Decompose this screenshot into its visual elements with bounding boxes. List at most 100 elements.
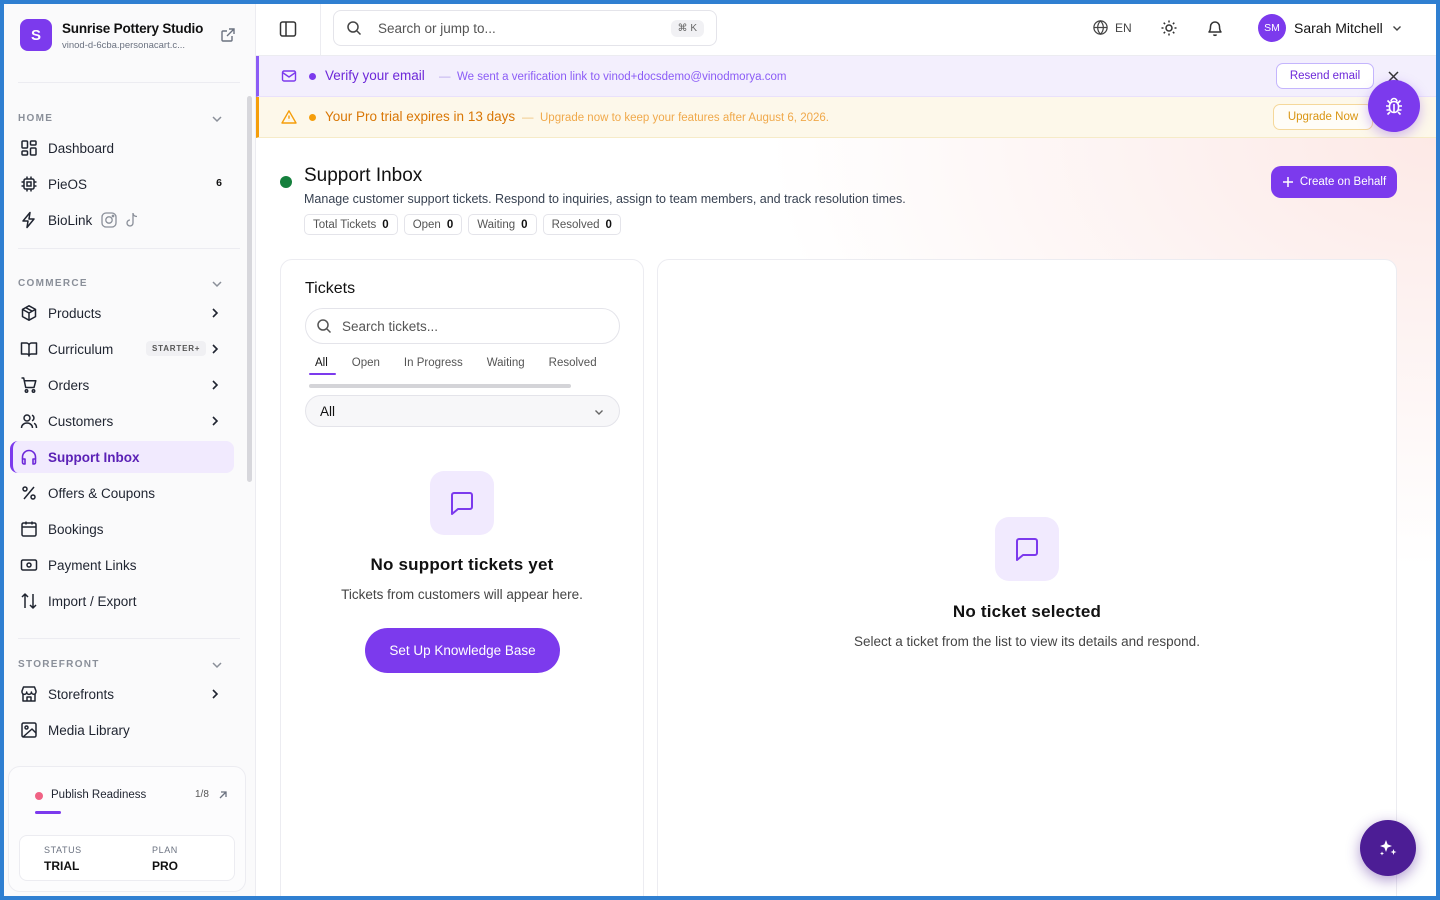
global-search-input[interactable] [378,20,658,36]
arrows-up-down-icon [21,593,37,609]
external-link-icon[interactable] [220,27,236,43]
status-label: STATUS [44,845,82,855]
banner-separator: — [522,112,534,124]
sun-icon[interactable] [1160,19,1178,37]
plan-value: PRO [152,859,179,873]
setup-knowledge-base-button[interactable]: Set Up Knowledge Base [365,628,560,673]
ticket-filter-select[interactable]: All [305,395,620,427]
headphones-icon [21,449,37,465]
sidebar-item-support-inbox[interactable]: Support Inbox [10,441,234,473]
percent-icon [22,486,36,500]
plan-status-box: STATUS TRIAL PLAN PRO [19,835,235,881]
message-square-icon [1016,538,1038,561]
sidebar-item-dashboard[interactable]: Dashboard [10,132,234,164]
publish-readiness-card[interactable]: Publish Readiness 1/8 STATUS TRIAL PLAN … [8,766,246,892]
stat-value: 0 [605,218,612,231]
chevron-right-icon [212,380,219,390]
empty-state-icon [995,517,1059,581]
resend-email-button[interactable]: Resend email [1276,63,1374,89]
chevron-down-icon[interactable] [210,277,224,291]
brand[interactable]: S Sunrise Pottery Studio vinod-d-6cba.pe… [20,19,240,53]
sidebar-item-media-library[interactable]: Media Library [10,714,234,746]
tabs-scrollbar[interactable] [309,384,571,388]
sidebar-item-label: Customers [48,413,114,429]
chevron-down-icon[interactable] [210,112,224,126]
chevron-right-icon [212,689,219,699]
mail-icon [281,70,297,82]
global-search[interactable]: ⌘ K [333,10,717,46]
users-icon [20,414,38,429]
divider [320,4,321,56]
tab-resolved[interactable]: Resolved [537,357,609,375]
globe-icon [1093,20,1108,35]
sidebar-item-products[interactable]: Products [10,297,234,329]
empty-state-title: No support tickets yet [370,555,554,574]
readiness-count: 1/8 [195,789,209,800]
chevron-down-icon [595,410,603,415]
message-square-icon [451,492,473,515]
stat-value: 0 [521,218,528,231]
tab-all[interactable]: All [305,357,340,375]
banner-dot [309,114,316,121]
bell-icon[interactable] [1206,19,1224,37]
ticket-detail-panel: No ticket selected Select a ticket from … [657,259,1397,896]
ticket-stats: Total Tickets 0 Open 0 Waiting 0 Resolved 0 [304,214,621,235]
chevron-right-icon [212,416,219,426]
ai-assistant-button[interactable] [1360,820,1416,876]
sidebar-item-import-export[interactable]: Import / Export [10,585,234,617]
readiness-progress-bar [35,811,61,814]
button-label: Create on Behalf [1299,176,1387,188]
ticket-search[interactable] [305,308,620,344]
tickets-panel: Tickets All Open In Progress Waiting Res… [280,259,644,896]
ticket-search-input[interactable] [342,318,602,334]
arrow-up-right-icon[interactable] [217,789,229,801]
user-menu[interactable]: SM Sarah Mitchell [1258,14,1403,42]
instagram-icon [101,212,117,228]
sidebar-toggle-icon[interactable] [278,19,298,39]
tab-waiting[interactable]: Waiting [475,357,537,375]
banner-title: Your Pro trial expires in 13 days [325,109,516,124]
sidebar-item-label: Orders [48,377,90,393]
app-window: S Sunrise Pottery Studio vinod-d-6cba.pe… [4,4,1436,896]
sidebar-scrollbar[interactable] [247,96,252,482]
sidebar-item-orders[interactable]: Orders [10,369,234,401]
sidebar-item-offers[interactable]: Offers & Coupons [10,477,234,509]
sidebar-item-bookings[interactable]: Bookings [10,513,234,545]
online-status-dot [280,176,292,188]
sidebar-item-biolink[interactable]: BioLink [10,204,234,236]
section-label-storefront: STOREFRONT [18,659,100,670]
language-switcher[interactable]: EN [1092,19,1132,36]
chevron-down-icon[interactable] [210,658,224,672]
upgrade-now-button[interactable]: Upgrade Now [1273,104,1373,130]
calendar-icon [21,521,37,537]
sidebar-item-storefronts[interactable]: Storefronts [10,678,234,710]
tab-open[interactable]: Open [340,357,392,375]
empty-state-description: Select a ticket from the list to view it… [854,634,1200,649]
ticket-status-tabs: All Open In Progress Waiting Resolved [305,357,609,375]
stat-label: Resolved [551,218,600,231]
plan-label: PLAN [152,845,178,855]
chip-icon [21,176,37,192]
sidebar-item-customers[interactable]: Customers [10,405,234,437]
sidebar-item-pieos[interactable]: PieOS 6 [10,168,234,200]
main-content: Support Inbox Manage customer support ti… [256,138,1436,896]
sidebar-item-payment-links[interactable]: Payment Links [10,549,234,581]
bug-report-button[interactable] [1368,80,1420,132]
sidebar-item-label: PieOS [48,176,88,192]
divider [18,248,240,249]
empty-state-icon [430,471,494,535]
banner-desc: Upgrade now to keep your features after … [540,112,829,124]
brand-name: Sunrise Pottery Studio [62,21,204,36]
banner-title: Verify your email [325,68,425,83]
empty-state-description: Tickets from customers will appear here. [341,587,583,602]
sidebar-item-label: Media Library [48,722,130,738]
banner-separator: — [439,71,451,83]
create-on-behalf-button[interactable]: Create on Behalf [1271,166,1397,198]
sidebar-item-curriculum[interactable]: Curriculum STARTER+ [10,333,234,365]
verify-email-banner: Verify your email — We sent a verificati… [256,56,1436,97]
avatar: SM [1258,14,1286,42]
sidebar-item-label: Import / Export [48,593,137,609]
section-label-commerce: COMMERCE [18,278,88,289]
stat-waiting: Waiting 0 [468,214,537,235]
tab-in-progress[interactable]: In Progress [392,357,475,375]
